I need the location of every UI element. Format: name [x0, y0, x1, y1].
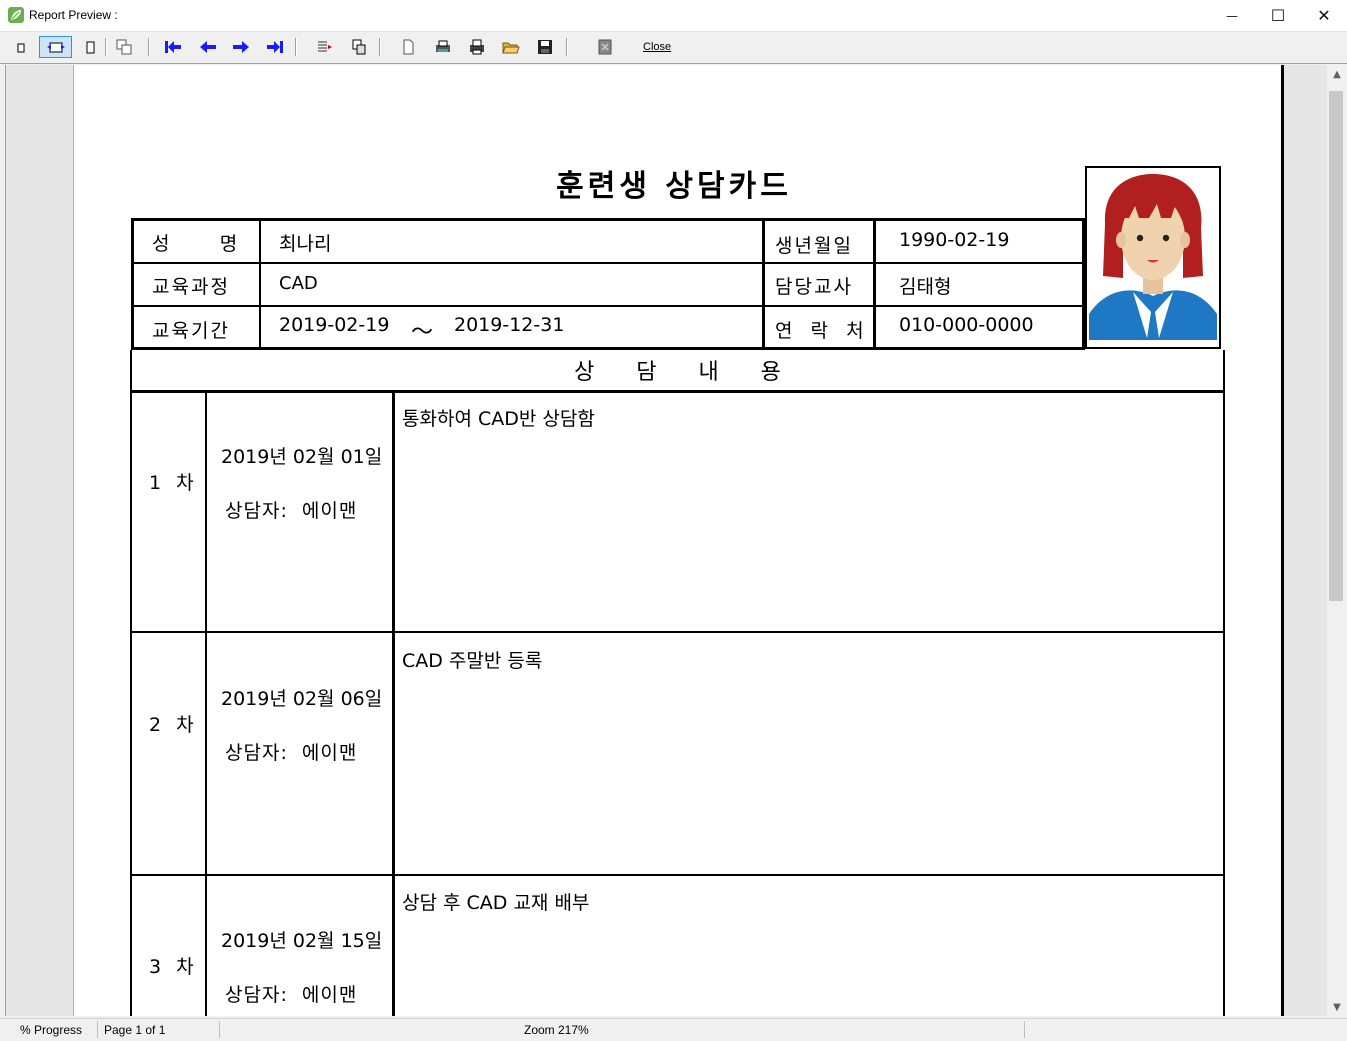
zoom-status: Zoom 217%	[524, 1023, 589, 1037]
thumbnails-icon	[352, 39, 366, 55]
period-label: 교육기간	[152, 320, 230, 342]
page-width-button[interactable]	[39, 36, 72, 58]
birth-label: 생년월일	[775, 235, 853, 257]
previous-page-icon	[200, 41, 216, 53]
trainee-info-table: 성 명 최나리 생년월일 1990-02-19 교육과정 CAD 담당교사 김태…	[131, 218, 1085, 350]
close-icon: ✕	[1317, 6, 1331, 25]
period-separator: ～	[411, 320, 434, 345]
open-icon	[502, 42, 520, 54]
name-label: 성 명	[152, 233, 240, 255]
toolbar: Close	[0, 32, 1347, 64]
teacher-value: 김태형	[899, 276, 952, 298]
first-page-button[interactable]	[161, 36, 185, 58]
last-page-button[interactable]	[263, 36, 287, 58]
counselor: 상담자: 에이맨	[225, 500, 358, 522]
minimize-button[interactable]: —	[1209, 0, 1255, 31]
progress-status: % Progress	[20, 1023, 83, 1037]
course-value: CAD	[279, 273, 318, 294]
print-setup-button[interactable]	[431, 36, 455, 58]
open-button[interactable]	[499, 36, 523, 58]
goto-page-icon	[318, 41, 332, 52]
page-width-icon	[46, 42, 65, 53]
consult-content: 상담 후 CAD 교재 배부	[402, 892, 590, 914]
full-page-button[interactable]	[78, 36, 102, 58]
multi-page-icon	[116, 39, 132, 55]
page-setup-button[interactable]	[396, 36, 420, 58]
trainee-photo	[1085, 166, 1221, 349]
save-button[interactable]	[533, 36, 557, 58]
close-report-button[interactable]: Close	[643, 41, 671, 53]
app-leaf-icon	[8, 7, 24, 23]
period-end: 2019-12-31	[454, 314, 565, 336]
full-page-icon	[86, 41, 95, 54]
consult-content: CAD 주말반 등록	[402, 650, 543, 672]
page-setup-icon	[403, 39, 414, 55]
next-page-icon	[233, 41, 249, 53]
print-icon	[470, 39, 484, 55]
scroll-thumb[interactable]	[1329, 91, 1343, 601]
consult-date: 2019년 02월 15일	[221, 930, 383, 952]
single-page-button[interactable]	[9, 36, 33, 58]
consult-date: 2019년 02월 06일	[221, 688, 383, 710]
window-title: Report Preview :	[29, 8, 118, 22]
save-icon	[538, 40, 552, 54]
period-start: 2019-02-19	[279, 314, 390, 336]
teacher-label: 담당교사	[775, 276, 853, 298]
goto-page-button[interactable]	[313, 36, 337, 58]
print-button[interactable]	[465, 36, 489, 58]
consult-date: 2019년 02월 01일	[221, 446, 383, 468]
title-bar: Report Preview : — ☐ ✕	[0, 0, 1347, 32]
consultation-title: 상 담 내 용	[574, 360, 781, 385]
export-button[interactable]	[593, 36, 617, 58]
maximize-icon: ☐	[1270, 6, 1286, 25]
page-status: Page 1 of 1	[104, 1023, 166, 1037]
export-icon	[598, 39, 612, 55]
vertical-scrollbar[interactable]: ▲ ▼	[1327, 65, 1347, 1016]
thumbnails-button[interactable]	[347, 36, 371, 58]
print-setup-icon	[436, 40, 450, 52]
contact-label: 연 락 처	[775, 320, 866, 342]
counselor: 상담자: 에이맨	[225, 742, 358, 764]
course-label: 교육과정	[152, 276, 230, 298]
close-window-button[interactable]: ✕	[1301, 0, 1347, 31]
next-page-button[interactable]	[229, 36, 253, 58]
round-number: 2 차	[149, 714, 195, 736]
consultation-table: 상 담 내 용 1 차 2019년 02월 01일 상담자: 에이맨 통화하여 …	[130, 350, 1225, 1016]
maximize-button[interactable]: ☐	[1255, 0, 1301, 31]
counselor: 상담자: 에이맨	[225, 984, 358, 1006]
contact-value: 010-000-0000	[899, 314, 1034, 336]
round-number: 1 차	[149, 472, 195, 494]
multi-page-button[interactable]	[112, 36, 136, 58]
round-number: 3 차	[149, 956, 195, 978]
scroll-up-arrow-icon[interactable]: ▲	[1327, 65, 1347, 83]
name-value: 최나리	[279, 233, 332, 255]
first-page-icon	[165, 41, 181, 53]
single-page-icon	[17, 43, 25, 53]
previous-page-button[interactable]	[196, 36, 220, 58]
report-page: 훈련생 상담카드 성 명 최나리 생년월일 1990-02-19 교육과정 CA…	[73, 65, 1284, 1016]
trainee-avatar-icon	[1087, 168, 1219, 347]
preview-area[interactable]: 훈련생 상담카드 성 명 최나리 생년월일 1990-02-19 교육과정 CA…	[5, 65, 1328, 1016]
report-title: 훈련생 상담카드	[556, 169, 792, 204]
minimize-icon: —	[1226, 8, 1238, 23]
last-page-icon	[267, 41, 283, 53]
birth-value: 1990-02-19	[899, 229, 1010, 251]
consult-content: 통화하여 CAD반 상담함	[402, 408, 595, 430]
status-bar: % Progress Page 1 of 1 Zoom 217%	[0, 1018, 1347, 1041]
scroll-down-arrow-icon[interactable]: ▼	[1327, 998, 1347, 1016]
